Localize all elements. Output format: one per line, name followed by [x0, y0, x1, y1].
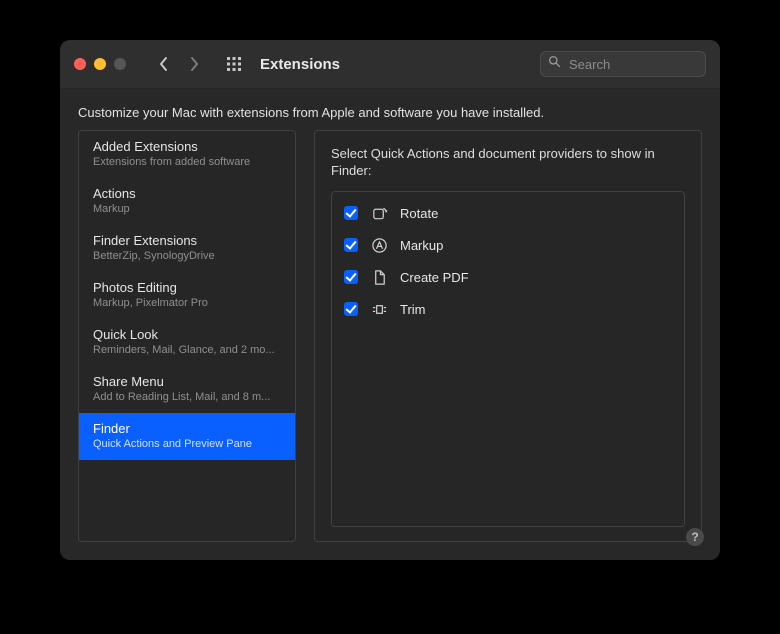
search-icon — [548, 55, 561, 73]
sidebar-item-subtitle: Reminders, Mail, Glance, and 2 mo... — [93, 343, 281, 357]
trim-icon — [370, 300, 388, 318]
sidebar-item-photos-editing[interactable]: Photos EditingMarkup, Pixelmator Pro — [79, 272, 295, 319]
page-subtitle: Customize your Mac with extensions from … — [78, 105, 702, 120]
sidebar-item-subtitle: Add to Reading List, Mail, and 8 m... — [93, 390, 281, 404]
action-row-rotate: Rotate — [344, 204, 672, 222]
action-row-markup: Markup — [344, 236, 672, 254]
action-row-trim: Trim — [344, 300, 672, 318]
show-all-icon[interactable] — [226, 56, 242, 72]
sidebar-item-quick-look[interactable]: Quick LookReminders, Mail, Glance, and 2… — [79, 319, 295, 366]
action-label: Create PDF — [400, 270, 469, 285]
sidebar-item-share-menu[interactable]: Share MenuAdd to Reading List, Mail, and… — [79, 366, 295, 413]
toolbar: Extensions — [60, 40, 720, 89]
action-label: Rotate — [400, 206, 438, 221]
sidebar-item-subtitle: Extensions from added software — [93, 155, 281, 169]
action-label: Markup — [400, 238, 443, 253]
sidebar-item-title: Finder Extensions — [93, 233, 281, 249]
window-body: Customize your Mac with extensions from … — [60, 89, 720, 560]
action-label: Trim — [400, 302, 426, 317]
sidebar-item-title: Photos Editing — [93, 280, 281, 296]
sidebar-item-subtitle: Markup, Pixelmator Pro — [93, 296, 281, 310]
window-title: Extensions — [260, 56, 340, 73]
action-row-create-pdf: Create PDF — [344, 268, 672, 286]
content-panes: Added ExtensionsExtensions from added so… — [78, 130, 702, 542]
nav-arrows — [158, 56, 200, 72]
category-sidebar: Added ExtensionsExtensions from added so… — [78, 130, 296, 542]
document-icon — [370, 268, 388, 286]
zoom-button[interactable] — [114, 58, 126, 70]
sidebar-item-finder-extensions[interactable]: Finder ExtensionsBetterZip, SynologyDriv… — [79, 225, 295, 272]
sidebar-item-actions[interactable]: ActionsMarkup — [79, 178, 295, 225]
markup-icon — [370, 236, 388, 254]
quick-actions-list: Rotate Markup Create PDF Trim — [331, 191, 685, 527]
action-checkbox[interactable] — [344, 238, 358, 252]
sidebar-item-title: Added Extensions — [93, 139, 281, 155]
action-checkbox[interactable] — [344, 206, 358, 220]
sidebar-item-title: Finder — [93, 421, 281, 437]
sidebar-item-title: Quick Look — [93, 327, 281, 343]
window-controls — [74, 58, 126, 70]
sidebar-item-title: Share Menu — [93, 374, 281, 390]
detail-heading: Select Quick Actions and document provid… — [331, 145, 685, 179]
sidebar-item-added-extensions[interactable]: Added ExtensionsExtensions from added so… — [79, 131, 295, 178]
rotate-icon — [370, 204, 388, 222]
action-checkbox[interactable] — [344, 270, 358, 284]
sidebar-item-subtitle: Quick Actions and Preview Pane — [93, 437, 281, 451]
forward-button[interactable] — [188, 56, 200, 72]
action-checkbox[interactable] — [344, 302, 358, 316]
close-button[interactable] — [74, 58, 86, 70]
back-button[interactable] — [158, 56, 170, 72]
help-button[interactable]: ? — [686, 528, 704, 546]
search-field[interactable] — [540, 51, 706, 77]
sidebar-item-title: Actions — [93, 186, 281, 202]
detail-pane: Select Quick Actions and document provid… — [314, 130, 702, 542]
minimize-button[interactable] — [94, 58, 106, 70]
sidebar-item-subtitle: Markup — [93, 202, 281, 216]
preferences-window: Extensions Customize your Mac with exten… — [60, 40, 720, 560]
search-input[interactable] — [567, 56, 698, 73]
sidebar-item-finder[interactable]: FinderQuick Actions and Preview Pane — [79, 413, 295, 460]
sidebar-item-subtitle: BetterZip, SynologyDrive — [93, 249, 281, 263]
